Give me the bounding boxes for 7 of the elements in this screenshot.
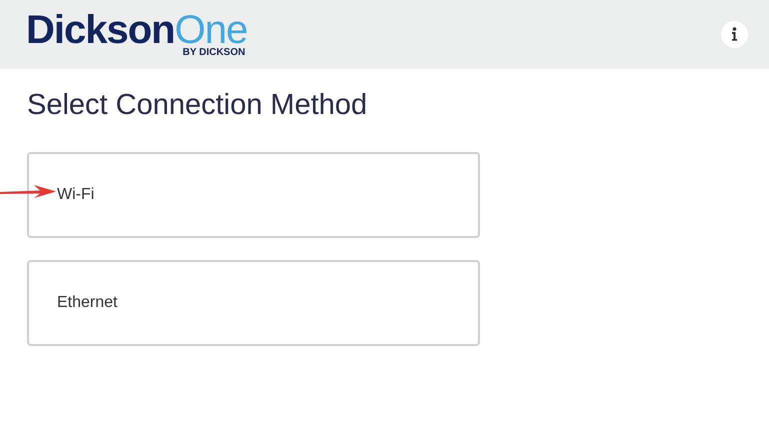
logo-tagline: BY DICKSON [182,48,246,58]
connection-option[interactable]: Ethernet [27,260,480,346]
logo-suffix: One [174,12,248,48]
logo-brand: Dickson [26,12,175,48]
page-title: Select Connection Method [27,88,368,123]
info-icon[interactable] [721,21,748,48]
connection-option[interactable]: Wi-Fi [27,152,480,238]
